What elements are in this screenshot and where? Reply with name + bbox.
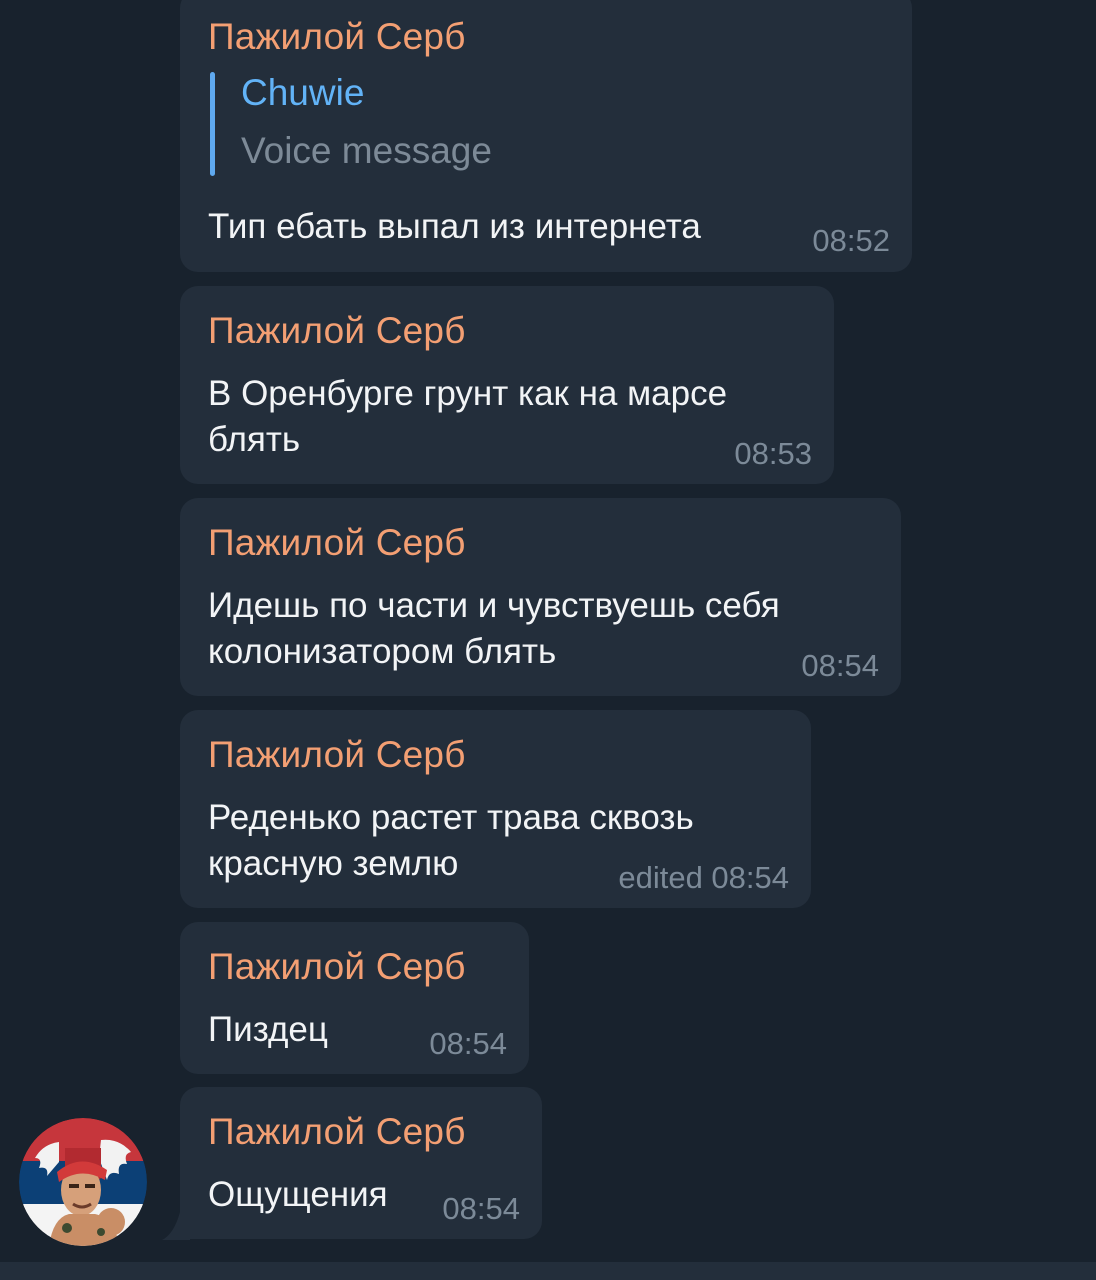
message-text-line: В Оренбурге грунт как на марсе: [208, 374, 728, 413]
message-bubble[interactable]: Пажилой Серб Chuwie Voice message Тип еб…: [180, 0, 912, 272]
bubble-tail: [162, 1212, 190, 1240]
reply-text: Voice message: [241, 130, 492, 171]
message-text-line: красную землю: [208, 844, 459, 883]
message-text: Тип ебать выпал из интернета: [208, 207, 701, 246]
message-time: 08:52: [812, 223, 890, 258]
chat-history[interactable]: Пажилой Серб Chuwie Voice message Тип еб…: [0, 0, 1096, 1262]
message-text-line: Идешь по части и чувствуешь себя: [208, 586, 780, 625]
message-bubble[interactable]: Пажилой Серб Идешь по части и чувствуешь…: [180, 498, 901, 696]
message-time: 08:54: [442, 1191, 520, 1226]
reply-preview[interactable]: Chuwie Voice message: [208, 70, 808, 176]
reply-author: Chuwie: [241, 72, 365, 113]
message-bubble[interactable]: Пажилой Серб Реденько растет трава сквоз…: [180, 710, 811, 908]
message-text-line: колонизатором блять: [208, 632, 557, 671]
message-time: 08:53: [734, 436, 812, 471]
message-bubble[interactable]: Пажилой Серб В Оренбурге грунт как на ма…: [180, 286, 834, 484]
avatar[interactable]: [19, 1118, 147, 1246]
sender-name[interactable]: Пажилой Серб: [208, 310, 466, 352]
message-bubble[interactable]: Пажилой Серб Ощущения 08:54: [180, 1087, 542, 1239]
sender-name[interactable]: Пажилой Серб: [208, 946, 466, 988]
message-time-edited: edited 08:54: [618, 860, 789, 895]
sender-name[interactable]: Пажилой Серб: [208, 1111, 466, 1153]
sender-name[interactable]: Пажилой Серб: [208, 16, 466, 58]
message-bubble[interactable]: Пажилой Серб Пиздец 08:54: [180, 922, 529, 1074]
message-text-line: блять: [208, 420, 301, 459]
message-text-line: Реденько растет трава сквозь: [208, 798, 694, 837]
message-time: 08:54: [429, 1026, 507, 1061]
sender-name[interactable]: Пажилой Серб: [208, 734, 466, 776]
reply-accent-bar: [210, 72, 215, 176]
message-text: Пиздец: [208, 1010, 328, 1049]
sender-name[interactable]: Пажилой Серб: [208, 522, 466, 564]
avatar-serbian-flag-icon: [19, 1118, 147, 1246]
composer-top-edge: [0, 1262, 1096, 1280]
message-text: Ощущения: [208, 1175, 388, 1214]
message-time: 08:54: [801, 648, 879, 683]
